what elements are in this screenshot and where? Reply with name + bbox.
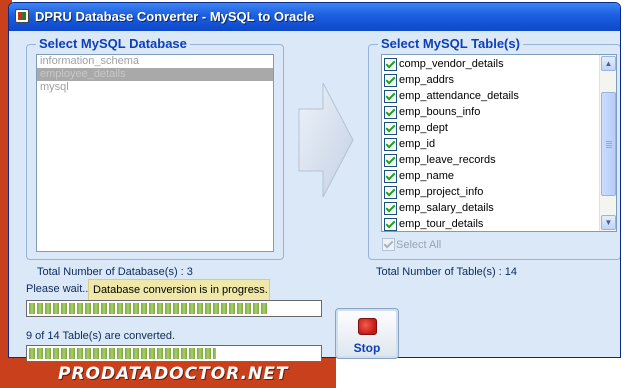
tables-converted-label: 9 of 14 Table(s) are converted.: [26, 330, 175, 342]
table-list-item[interactable]: emp_leave_records: [382, 152, 599, 168]
table-item-label: emp_tour_details: [399, 218, 484, 230]
database-group: Select MySQL Database information_schema…: [26, 36, 284, 260]
database-count-label: Total Number of Database(s) : 3: [37, 266, 193, 278]
conversion-tooltip: Database conversion is in progress.: [88, 279, 270, 302]
database-list-item[interactable]: mysql: [37, 81, 273, 94]
table-list-item[interactable]: emp_salary_details: [382, 200, 599, 216]
database-listbox[interactable]: information_schema employee_details mysql: [36, 54, 274, 252]
table-checkbox[interactable]: [384, 154, 397, 167]
database-list-item[interactable]: employee_details: [37, 68, 273, 81]
table-list-item[interactable]: emp_addrs: [382, 72, 599, 88]
table-checkbox[interactable]: [384, 90, 397, 103]
table-item-label: emp_name: [399, 170, 455, 182]
stop-button-label: Stop: [353, 341, 381, 355]
table-item-label: emp_addrs: [399, 74, 455, 86]
stop-icon: [358, 318, 377, 335]
table-list-item[interactable]: emp_tour_details: [382, 216, 599, 231]
table-item-label: comp_vendor_details: [399, 58, 504, 70]
table-list-item[interactable]: emp_id: [382, 136, 599, 152]
table-checkbox[interactable]: [384, 186, 397, 199]
tables-group: Select MySQL Table(s) comp_vendor_detail…: [368, 36, 620, 260]
table-item-label: emp_bouns_info: [399, 106, 481, 118]
app-icon: [15, 9, 29, 23]
table-count-label: Total Number of Table(s) : 14: [376, 266, 518, 278]
table-checkbox[interactable]: [384, 218, 397, 231]
table-list-item[interactable]: comp_vendor_details: [382, 56, 599, 72]
database-group-legend: Select MySQL Database: [36, 36, 190, 51]
table-list-item[interactable]: emp_attendance_details: [382, 88, 599, 104]
table-item-label: emp_dept: [399, 122, 448, 134]
tables-scrollbar[interactable]: ▲ ▼: [599, 55, 616, 231]
tables-progress-bar: [26, 345, 322, 362]
table-checkbox[interactable]: [384, 58, 397, 71]
select-all-label: Select All: [396, 239, 442, 251]
please-wait-label: Please wait...: [26, 283, 92, 295]
database-progress-bar: [26, 300, 322, 317]
arrow-right-icon: [298, 82, 354, 198]
database-progress-fill: [29, 303, 268, 314]
table-list-item[interactable]: emp_dept: [382, 120, 599, 136]
table-item-label: emp_salary_details: [399, 202, 494, 214]
tables-group-legend: Select MySQL Table(s): [378, 36, 523, 51]
title-bar: DPRU Database Converter - MySQL to Oracl…: [9, 3, 620, 31]
table-list-item[interactable]: emp_project_info: [382, 184, 599, 200]
table-item-label: emp_attendance_details: [399, 90, 519, 102]
scroll-up-button[interactable]: ▲: [601, 56, 616, 71]
table-list-item[interactable]: emp_bouns_info: [382, 104, 599, 120]
table-item-label: emp_id: [399, 138, 436, 150]
stop-button[interactable]: Stop: [335, 308, 399, 359]
table-checkbox[interactable]: [384, 106, 397, 119]
table-checkbox[interactable]: [384, 170, 397, 183]
table-list-item[interactable]: emp_name: [382, 168, 599, 184]
scroll-down-button[interactable]: ▼: [601, 215, 616, 230]
tables-checklist[interactable]: comp_vendor_details emp_addrs emp_attendan…: [381, 54, 617, 232]
table-item-label: emp_project_info: [399, 186, 484, 198]
table-checkbox[interactable]: [384, 138, 397, 151]
select-all-checkbox[interactable]: [382, 238, 395, 251]
table-checkbox[interactable]: [384, 202, 397, 215]
table-checkbox[interactable]: [384, 74, 397, 87]
window-title: DPRU Database Converter - MySQL to Oracl…: [35, 9, 315, 24]
watermark-logo: PRODATADOCTOR.NET: [58, 364, 289, 384]
database-list-item[interactable]: information_schema: [37, 55, 273, 68]
table-checkbox[interactable]: [384, 122, 397, 135]
table-item-label: emp_leave_records: [399, 154, 496, 166]
tables-progress-fill: [29, 348, 216, 359]
scroll-thumb[interactable]: [601, 92, 616, 196]
